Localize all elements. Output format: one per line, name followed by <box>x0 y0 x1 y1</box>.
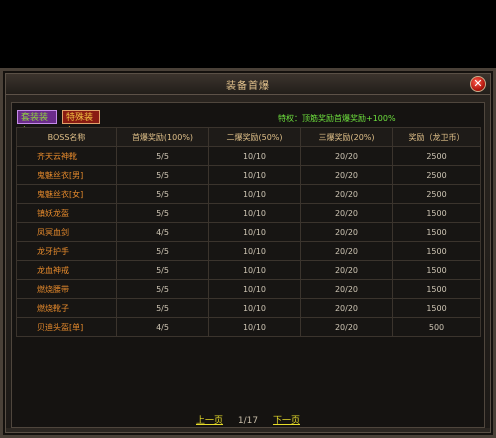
next-page-link[interactable]: 下一页 <box>273 416 300 426</box>
boss-name-cell: 镇妖龙盔 <box>16 203 117 223</box>
reward-cell: 1500 <box>392 260 481 280</box>
close-icon[interactable]: ✕ <box>470 76 486 92</box>
second-drop-cell: 10/10 <box>208 203 301 223</box>
third-drop-cell: 20/20 <box>300 222 393 242</box>
table-header-row: BOSS名称 首爆奖励(100%) 二爆奖励(50%) 三爆奖励(20%) 奖励… <box>16 127 481 147</box>
boss-name-cell: 龙牙护手 <box>16 241 117 261</box>
boss-name-cell: 贝迪头盔[单] <box>16 317 117 337</box>
prev-page-link[interactable]: 上一页 <box>196 416 223 426</box>
table-row: 鬼魅丝衣[男] 5/5 10/10 20/20 2500 <box>16 165 481 185</box>
second-drop-cell: 10/10 <box>208 279 301 299</box>
third-drop-cell: 20/20 <box>300 260 393 280</box>
page-indicator: 1/17 <box>237 416 259 426</box>
table-row: 燃烧腰带 5/5 10/10 20/20 1500 <box>16 279 481 299</box>
first-drop-cell: 5/5 <box>116 279 209 299</box>
table-row: 燃烧靴子 5/5 10/10 20/20 1500 <box>16 298 481 318</box>
content-panel: 套装装备 特殊装备 特权：顶筋奖励首爆奖励+100% BOSS名称 首爆奖励(1… <box>11 102 485 428</box>
header-second-drop: 二爆奖励(50%) <box>208 127 301 147</box>
first-drop-cell: 5/5 <box>116 241 209 261</box>
first-drop-cell: 5/5 <box>116 146 209 166</box>
reward-cell: 2500 <box>392 165 481 185</box>
first-drop-cell: 5/5 <box>116 165 209 185</box>
reward-cell: 2500 <box>392 184 481 204</box>
second-drop-cell: 10/10 <box>208 298 301 318</box>
table-row: 龙血神戒 5/5 10/10 20/20 1500 <box>16 260 481 280</box>
tab-special-equipment[interactable]: 特殊装备 <box>62 110 100 137</box>
bottom-border <box>6 428 490 432</box>
privilege-text: 特权：顶筋奖励首爆奖励+100% <box>278 114 396 123</box>
table-row: 龙牙护手 5/5 10/10 20/20 1500 <box>16 241 481 261</box>
window-title: 装备首爆 <box>226 81 270 92</box>
header-boss-name: BOSS名称 <box>16 127 117 147</box>
third-drop-cell: 20/20 <box>300 298 393 318</box>
table-row: 镇妖龙盔 5/5 10/10 20/20 1500 <box>16 203 481 223</box>
first-drop-cell: 5/5 <box>116 184 209 204</box>
header-reward: 奖励（龙卫币） <box>392 127 481 147</box>
reward-cell: 2500 <box>392 146 481 166</box>
reward-cell: 1500 <box>392 203 481 223</box>
third-drop-cell: 20/20 <box>300 317 393 337</box>
boss-name-cell: 鬼魅丝衣[男] <box>16 165 117 185</box>
reward-cell: 500 <box>392 317 481 337</box>
reward-cell: 1500 <box>392 279 481 299</box>
third-drop-cell: 20/20 <box>300 146 393 166</box>
first-drop-cell: 4/5 <box>116 222 209 242</box>
header-third-drop: 三爆奖励(20%) <box>300 127 393 147</box>
first-drop-window: 装备首爆 ✕ 套装装备 特殊装备 特权：顶筋奖励首爆奖励+100% BOSS名称… <box>0 68 496 438</box>
boss-name-cell: 凤冥血剑 <box>16 222 117 242</box>
table-row: 鬼魅丝衣[女] 5/5 10/10 20/20 2500 <box>16 184 481 204</box>
second-drop-cell: 10/10 <box>208 146 301 166</box>
third-drop-cell: 20/20 <box>300 165 393 185</box>
second-drop-cell: 10/10 <box>208 165 301 185</box>
third-drop-cell: 20/20 <box>300 203 393 223</box>
boss-name-cell: 燃烧腰带 <box>16 279 117 299</box>
tab-set-equipment[interactable]: 套装装备 <box>17 110 57 137</box>
first-drop-cell: 5/5 <box>116 260 209 280</box>
table-row: 齐天云神靴 5/5 10/10 20/20 2500 <box>16 146 481 166</box>
second-drop-cell: 10/10 <box>208 184 301 204</box>
boss-name-cell: 鬼魅丝衣[女] <box>16 184 117 204</box>
table-row: 贝迪头盔[单] 4/5 10/10 20/20 500 <box>16 317 481 337</box>
second-drop-cell: 10/10 <box>208 222 301 242</box>
boss-name-cell: 龙血神戒 <box>16 260 117 280</box>
first-drop-cell: 4/5 <box>116 317 209 337</box>
third-drop-cell: 20/20 <box>300 184 393 204</box>
header-first-drop: 首爆奖励(100%) <box>116 127 209 147</box>
second-drop-cell: 10/10 <box>208 260 301 280</box>
reward-cell: 1500 <box>392 298 481 318</box>
third-drop-cell: 20/20 <box>300 279 393 299</box>
drop-table: BOSS名称 首爆奖励(100%) 二爆奖励(50%) 三爆奖励(20%) 奖励… <box>16 127 481 337</box>
third-drop-cell: 20/20 <box>300 241 393 261</box>
second-drop-cell: 10/10 <box>208 317 301 337</box>
boss-name-cell: 齐天云神靴 <box>16 146 117 166</box>
first-drop-cell: 5/5 <box>116 203 209 223</box>
boss-name-cell: 燃烧靴子 <box>16 298 117 318</box>
pagination: 上一页 1/17 下一页 <box>12 413 484 426</box>
second-drop-cell: 10/10 <box>208 241 301 261</box>
reward-cell: 1500 <box>392 241 481 261</box>
title-bar: 装备首爆 ✕ <box>6 74 490 95</box>
reward-cell: 1500 <box>392 222 481 242</box>
first-drop-cell: 5/5 <box>116 298 209 318</box>
table-row: 凤冥血剑 4/5 10/10 20/20 1500 <box>16 222 481 242</box>
